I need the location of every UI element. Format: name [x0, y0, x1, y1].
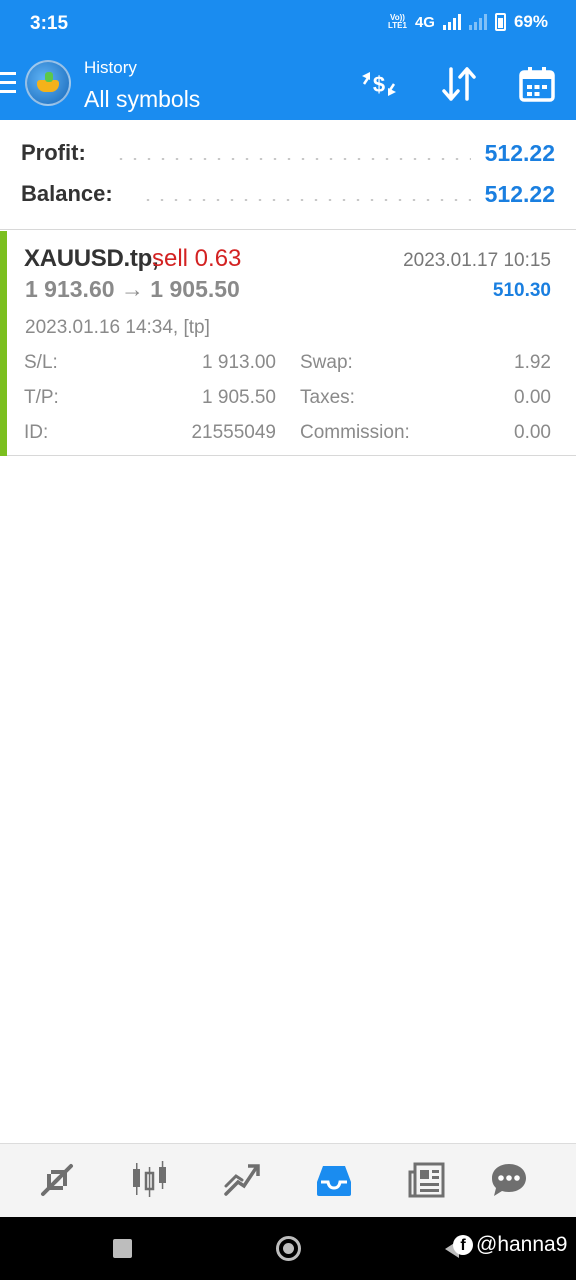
trade-indicator-bar — [0, 231, 7, 456]
sl-label: S/L: — [24, 352, 58, 373]
profit-row: Profit: 512.22 — [21, 138, 555, 168]
commission-value: 0.00 — [514, 422, 551, 443]
signal-2-icon — [468, 14, 487, 30]
watermark-text: @hanna9 — [476, 1233, 568, 1256]
status-bar: 3:15 Vo)) LTE1 4G 69% — [0, 0, 576, 48]
calendar-button[interactable] — [516, 64, 558, 104]
page-title[interactable]: All symbols — [84, 86, 200, 113]
dotted-leader — [113, 158, 471, 160]
taxes-label: Taxes: — [300, 387, 355, 408]
profit-value: 512.22 — [484, 139, 555, 166]
balance-row: Balance: 512.22 — [21, 179, 555, 209]
menu-icon[interactable] — [0, 72, 16, 94]
calendar-icon — [519, 67, 555, 102]
trade-prices: 1 913.60 → 1 905.50 — [25, 276, 240, 302]
sort-button[interactable] — [438, 64, 480, 104]
nav-quotes[interactable] — [35, 1158, 79, 1202]
facebook-icon: f — [453, 1235, 473, 1255]
nav-news[interactable] — [405, 1158, 449, 1202]
currency-swap-icon: $ — [362, 72, 396, 97]
system-nav-bar: f @hanna9 — [0, 1217, 576, 1280]
nav-history[interactable] — [312, 1158, 356, 1202]
symbol-filter-button[interactable]: $ — [358, 64, 400, 104]
nav-chart[interactable] — [128, 1158, 172, 1202]
trade-side: sell 0.63 — [152, 245, 242, 272]
summary-panel: Profit: 512.22 Balance: 512.22 — [0, 120, 576, 230]
trade-profit: 510.30 — [492, 280, 551, 301]
bottom-nav — [0, 1143, 576, 1217]
volte-icon: Vo)) LTE1 — [387, 13, 407, 30]
taxes-value: 0.00 — [514, 387, 551, 408]
commission-label: Commission: — [300, 422, 410, 443]
app-logo[interactable] — [25, 60, 71, 106]
quotes-icon — [41, 1164, 73, 1196]
trade-symbol: XAUUSD.tp, — [24, 245, 159, 272]
battery-percent: 69% — [513, 12, 548, 31]
network-type: 4G — [414, 13, 435, 31]
swap-value: 1.92 — [514, 352, 551, 373]
tp-value: 1 905.50 — [202, 387, 276, 408]
balance-label: Balance: — [21, 181, 113, 206]
svg-text:$: $ — [373, 72, 385, 97]
id-value: 21555049 — [191, 422, 276, 443]
id-label: ID: — [24, 422, 49, 443]
recents-button[interactable] — [113, 1239, 132, 1258]
trade-open-time: 2023.01.16 14:34, [tp] — [25, 317, 210, 338]
sl-value: 1 913.00 — [202, 352, 276, 373]
trade-icon — [224, 1164, 260, 1196]
trade-record[interactable]: XAUUSD.tp, sell 0.63 2023.01.17 10:15 1 … — [0, 231, 576, 456]
sort-icon — [442, 67, 476, 101]
chart-icon — [133, 1161, 166, 1197]
balance-value: 512.22 — [484, 180, 555, 207]
status-indicators: Vo)) LTE1 4G 69% — [388, 12, 548, 32]
news-icon — [408, 1162, 445, 1198]
history-icon — [317, 1166, 351, 1196]
battery-icon — [494, 13, 506, 31]
profit-label: Profit: — [21, 140, 86, 165]
nav-trade[interactable] — [220, 1158, 264, 1202]
home-button[interactable] — [276, 1236, 301, 1261]
app-bar: History All symbols $ — [0, 48, 576, 120]
page-subtitle: History — [84, 58, 137, 77]
signal-icon — [442, 14, 461, 30]
trade-close-time: 2023.01.17 10:15 — [403, 250, 551, 271]
chat-icon — [492, 1164, 526, 1196]
swap-label: Swap: — [300, 352, 353, 373]
nav-chat[interactable] — [487, 1158, 531, 1202]
status-time: 3:15 — [30, 13, 69, 34]
tp-label: T/P: — [24, 387, 59, 408]
watermark: f @hanna9 — [453, 1233, 567, 1257]
dotted-leader — [140, 199, 471, 201]
